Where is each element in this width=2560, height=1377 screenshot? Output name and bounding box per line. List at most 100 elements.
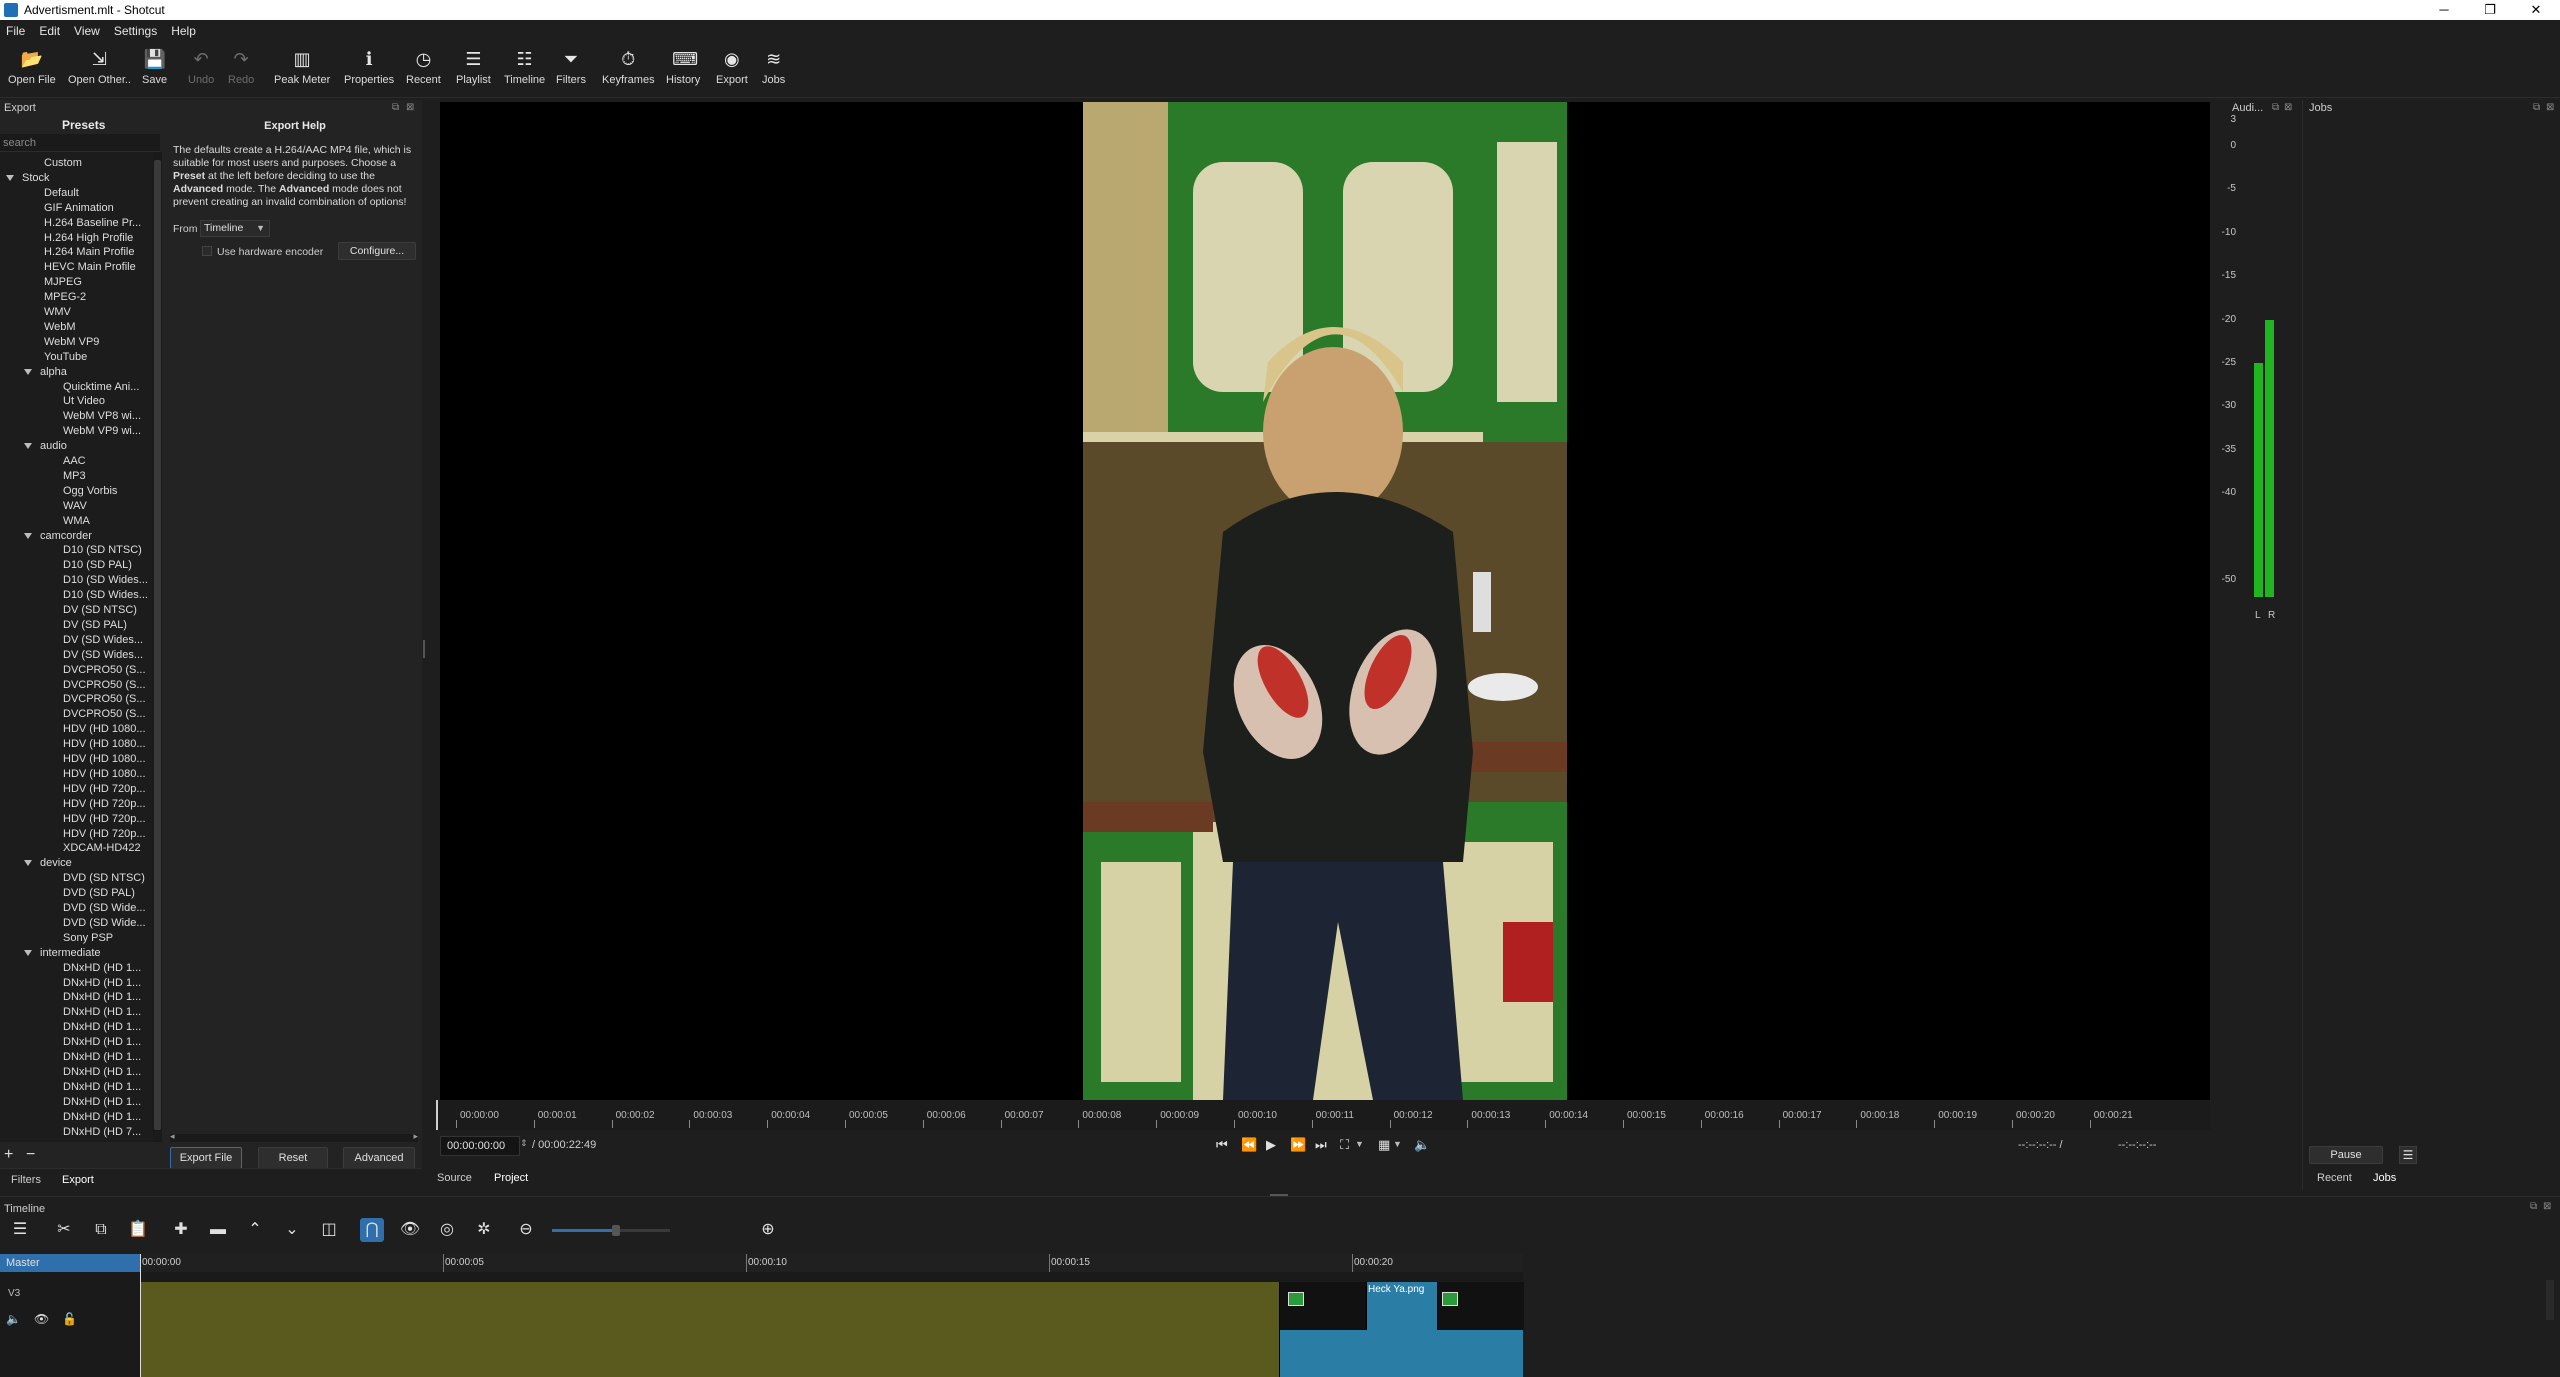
save-button[interactable]: 💾 Save (142, 48, 167, 86)
preset-item[interactable]: H.264 High Profile (44, 231, 133, 246)
timeline-clip[interactable]: Heck Ya.png (1279, 1282, 1524, 1377)
zoom-slider-handle[interactable] (612, 1225, 620, 1236)
preset-item[interactable]: DV (SD NTSC) (63, 603, 137, 618)
preset-item[interactable]: D10 (SD Wides... (63, 573, 148, 588)
preset-item[interactable]: Sony PSP (63, 931, 113, 946)
mute-icon[interactable]: 🔈 (6, 1312, 21, 1326)
dock-float-icon[interactable]: ⧉ (2533, 102, 2540, 113)
preset-item[interactable]: MPEG-2 (44, 290, 86, 305)
rewind-icon[interactable]: ⏪ (1241, 1137, 1257, 1153)
jobs-button[interactable]: ≋ Jobs (762, 48, 785, 86)
preset-item[interactable]: HDV (HD 1080... (63, 737, 146, 752)
menu-help[interactable]: Help (171, 24, 196, 38)
preset-group[interactable]: alpha (24, 365, 67, 380)
redo-button[interactable]: ↷ Redo (228, 48, 254, 86)
time-spin-icon[interactable]: ⇕ (520, 1138, 528, 1149)
minimize-icon[interactable]: ─ (2421, 0, 2467, 20)
preset-item[interactable]: XDCAM-HD422 (63, 841, 141, 856)
preset-item[interactable]: DVD (SD NTSC) (63, 871, 145, 886)
append-icon[interactable]: ✚ (169, 1218, 193, 1242)
preset-item[interactable]: D10 (SD PAL) (63, 558, 132, 573)
dock-close-icon[interactable]: ⊠ (2546, 102, 2554, 113)
expand-arrow-icon[interactable] (6, 174, 14, 181)
jobs-menu-icon[interactable]: ☰ (2399, 1146, 2417, 1164)
preset-group[interactable]: intermediate (24, 946, 101, 961)
preset-item[interactable]: AAC (63, 454, 86, 469)
ripple-icon[interactable]: ◎ (435, 1218, 459, 1242)
export-file-button[interactable]: Export File (170, 1147, 242, 1169)
preset-item[interactable]: WebM VP8 wi... (63, 409, 141, 424)
undo-button[interactable]: ↶ Undo (188, 48, 214, 86)
viewer-playhead[interactable] (436, 1100, 438, 1130)
preset-item[interactable]: DNxHD (HD 1... (63, 1050, 141, 1065)
preset-item[interactable]: DNxHD (HD 1... (63, 961, 141, 976)
out-point-field[interactable]: --:--:--:-- (2118, 1139, 2156, 1151)
expand-arrow-icon[interactable] (24, 860, 32, 867)
presets-tree[interactable]: Custom Stock Default GIF Animation H.264 Bas… (0, 152, 153, 1142)
dock-close-icon[interactable]: ⊠ (2284, 102, 2292, 113)
zoom-slider[interactable] (552, 1225, 670, 1236)
current-time-field[interactable]: 00:00:00:00 (440, 1136, 520, 1156)
viewer-time-ruler[interactable]: 00:00:00 00:00:01 00:00:02 00:00:03 00:00:04… (436, 1100, 2210, 1130)
splitter-handle[interactable] (423, 640, 425, 658)
preset-item[interactable]: MP3 (63, 469, 86, 484)
expand-arrow-icon[interactable] (24, 368, 32, 375)
preset-item[interactable]: DNxHD (HD 1... (63, 1005, 141, 1020)
preset-item[interactable]: YouTube (44, 350, 87, 365)
timeline-menu-icon[interactable]: ☰ (8, 1218, 32, 1242)
menu-settings[interactable]: Settings (114, 24, 157, 38)
preset-item[interactable]: HDV (HD 720p... (63, 797, 146, 812)
maximize-icon[interactable]: ❐ (2467, 0, 2513, 20)
timeline-ruler[interactable]: 00:00:00 00:00:05 00:00:10 00:00:15 00:00:20 (140, 1254, 1523, 1272)
dock-float-icon[interactable]: ⧉ (2272, 102, 2279, 113)
preset-item[interactable]: DNxHD (HD 1... (63, 1020, 141, 1035)
expand-arrow-icon[interactable] (24, 443, 32, 450)
expand-arrow-icon[interactable] (24, 532, 32, 539)
ripple-delete-icon[interactable]: ▬ (206, 1218, 230, 1242)
preset-item[interactable]: DVCPRO50 (S... (63, 678, 146, 693)
tab-export[interactable]: Export (62, 1174, 94, 1186)
preset-item[interactable]: DNxHD (HD 1... (63, 1065, 141, 1080)
preset-item[interactable]: Ut Video (63, 394, 105, 409)
eye-icon[interactable]: 👁 (34, 1312, 49, 1326)
preset-item[interactable]: WebM (44, 320, 76, 335)
zoom-in-icon[interactable]: ⊕ (756, 1218, 780, 1242)
preset-item[interactable]: WAV (63, 499, 87, 514)
fast-forward-icon[interactable]: ⏩ (1290, 1137, 1306, 1153)
properties-button[interactable]: ℹ Properties (344, 48, 394, 86)
preset-item[interactable]: Default (44, 186, 79, 201)
timeline-button[interactable]: ☷ Timeline (504, 48, 545, 86)
preset-item[interactable]: H.264 Baseline Pr... (44, 216, 141, 231)
preset-item[interactable]: DNxHD (HD 1... (63, 1110, 141, 1125)
snap-icon[interactable]: ⋂ (360, 1218, 384, 1242)
hw-encoder-checkbox[interactable] (202, 246, 212, 256)
preset-item[interactable]: HDV (HD 1080... (63, 767, 146, 782)
preset-item[interactable]: Quicktime Ani... (63, 380, 139, 395)
dock-float-icon[interactable]: ⧉ (392, 102, 399, 113)
preset-group[interactable]: audio (24, 439, 67, 454)
open-file-button[interactable]: 📂 Open File (8, 48, 56, 86)
zoom-out-icon[interactable]: ⊖ (514, 1218, 538, 1242)
dock-float-icon[interactable]: ⧉ (2530, 1201, 2537, 1212)
pause-button[interactable]: Pause (2309, 1146, 2383, 1164)
preset-item[interactable]: D10 (SD NTSC) (63, 543, 142, 558)
grid-icon[interactable]: ▦ (1378, 1137, 1390, 1153)
preset-item[interactable]: Ogg Vorbis (63, 484, 117, 499)
preset-item[interactable]: DNxHD (HD 7... (63, 1125, 141, 1140)
preset-group[interactable]: device (24, 856, 72, 871)
preset-item[interactable]: DNxHD (HD 1... (63, 1080, 141, 1095)
preset-item[interactable]: WebM VP9 wi... (63, 424, 141, 439)
presets-scrollbar[interactable] (153, 152, 162, 1142)
playlist-button[interactable]: ☰ Playlist (456, 48, 491, 86)
expand-arrow-icon[interactable] (24, 949, 32, 956)
lift-icon[interactable]: ⌃ (243, 1218, 267, 1242)
history-button[interactable]: ⌨ History (666, 48, 700, 86)
preset-item[interactable]: DVD (SD PAL) (63, 886, 135, 901)
preset-item[interactable]: HDV (HD 720p... (63, 812, 146, 827)
add-preset-icon[interactable]: + (4, 1146, 13, 1164)
preset-item[interactable]: H.264 Main Profile (44, 245, 135, 260)
peak-meter-button[interactable]: ▥ Peak Meter (274, 48, 330, 86)
in-point-field[interactable]: --:--:--:-- / (2018, 1139, 2063, 1151)
tab-jobs[interactable]: Jobs (2373, 1172, 2396, 1184)
preset-item[interactable]: WMV (44, 305, 71, 320)
